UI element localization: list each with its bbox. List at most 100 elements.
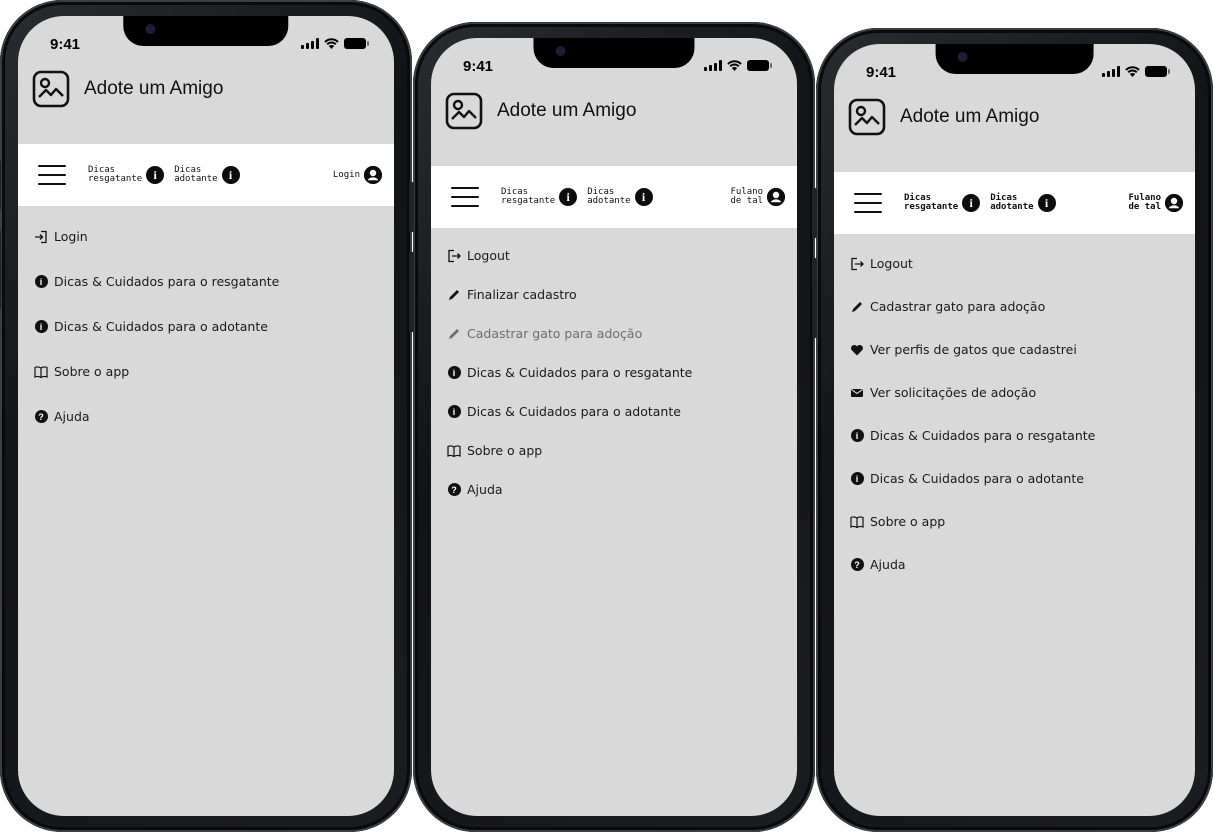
menu-item[interactable]: i Dicas & Cuidados para o resgatante: [34, 259, 386, 304]
menu-item-label: Sobre o app: [467, 443, 543, 458]
wifi-icon: [324, 38, 339, 49]
top-navbar: Dicas resgatante i Dicas adotante i Fula…: [834, 172, 1195, 234]
menu-item[interactable]: Login: [34, 214, 386, 259]
hamburger-menu-icon[interactable]: [451, 187, 479, 207]
info-icon: i: [447, 366, 461, 380]
menu-item-label: Dicas & Cuidados para o resgatante: [54, 274, 280, 289]
signal-icon: [1102, 66, 1120, 77]
nav-user-profile[interactable]: Fulano de tal: [730, 188, 785, 206]
user-icon: [364, 166, 382, 184]
status-bar: 9:41: [431, 58, 797, 80]
hamburger-menu-icon[interactable]: [854, 193, 882, 213]
nav-login[interactable]: Login: [333, 166, 382, 184]
book-icon: [850, 515, 864, 529]
menu-item-label: Cadastrar gato para adoção: [467, 326, 643, 341]
image-logo-icon: [848, 98, 886, 136]
status-bar: 9:41: [834, 64, 1195, 86]
phone-frame-guest: 9:41 Adote um Amigo Dicas resgatante i D…: [0, 0, 412, 832]
menu-item[interactable]: Sobre o app: [34, 349, 386, 394]
nav-tips-adopter-label: Dicas adotante: [587, 187, 631, 206]
camera-icon: [555, 46, 566, 56]
hamburger-menu-icon[interactable]: [38, 165, 66, 185]
image-logo-icon: [445, 92, 483, 130]
screen-guest: 9:41 Adote um Amigo Dicas resgatante i D…: [18, 16, 394, 816]
envelope-icon: [850, 386, 864, 400]
menu-item[interactable]: ? Ajuda: [34, 394, 386, 439]
pencil-icon: [447, 327, 461, 341]
status-bar: 9:41: [18, 36, 394, 58]
app-title: Adote um Amigo: [497, 100, 637, 121]
menu-item-label: Dicas & Cuidados para o adotante: [467, 404, 681, 419]
nav-tips-adopter[interactable]: Dicas adotante i: [587, 187, 653, 206]
menu-item-label: Login: [54, 229, 88, 244]
nav-login-label: Login: [332, 169, 360, 180]
pencil-icon: [447, 288, 461, 302]
status-time: 9:41: [50, 36, 81, 53]
info-icon: i: [221, 166, 240, 184]
user-icon: [1165, 194, 1183, 212]
menu-item-label: Sobre o app: [870, 514, 946, 529]
menu-item[interactable]: Logout: [850, 242, 1187, 285]
help-icon: ?: [34, 410, 48, 424]
menu-item[interactable]: Sobre o app: [850, 500, 1187, 543]
side-menu: Logout Cadastrar gato para adoção Ver perf…: [850, 242, 1187, 586]
menu-item[interactable]: Ver perfis de gatos que cadastrei: [850, 328, 1187, 371]
menu-item[interactable]: i Dicas & Cuidados para o resgatante: [850, 414, 1187, 457]
status-time: 9:41: [866, 64, 897, 81]
app-header: Adote um Amigo: [32, 70, 223, 108]
menu-item-label: Dicas & Cuidados para o adotante: [870, 471, 1084, 486]
menu-item[interactable]: Ver solicitações de adoção: [850, 371, 1187, 414]
menu-item-label: Dicas & Cuidados para o adotante: [54, 319, 268, 334]
nav-tips-adopter-label: Dicas adotante: [174, 165, 218, 184]
top-navbar: Dicas resgatante i Dicas adotante i Fula…: [431, 166, 797, 228]
menu-item[interactable]: i Dicas & Cuidados para o adotante: [850, 457, 1187, 500]
top-navbar: Dicas resgatante i Dicas adotante i Logi…: [18, 144, 394, 206]
menu-item-label: Dicas & Cuidados para o resgatante: [870, 428, 1096, 443]
phone-frame-pending: 9:41 Adote um Amigo Dicas resgatante i D…: [409, 22, 815, 832]
nav-tips-adopter[interactable]: Dicas adotante i: [990, 194, 1056, 212]
info-icon: i: [1037, 194, 1056, 212]
menu-item-label: Ajuda: [467, 482, 503, 497]
nav-user-name: Fulano de tal: [1128, 193, 1161, 212]
menu-item-label: Finalizar cadastro: [467, 287, 577, 302]
menu-item[interactable]: Logout: [447, 236, 789, 275]
nav-user-name: Fulano de tal: [730, 187, 763, 206]
side-menu: Login i Dicas & Cuidados para o resgatante…: [34, 214, 386, 439]
info-icon: i: [850, 472, 864, 486]
info-icon: i: [146, 166, 165, 184]
heart-icon: [850, 343, 864, 357]
status-time: 9:41: [463, 58, 494, 75]
app-title: Adote um Amigo: [84, 78, 224, 99]
nav-tips-rescuer-label: Dicas resgatante: [904, 193, 959, 212]
app-title: Adote um Amigo: [900, 106, 1040, 127]
menu-item[interactable]: ? Ajuda: [850, 543, 1187, 586]
nav-tips-rescuer[interactable]: Dicas resgatante i: [88, 166, 165, 184]
wifi-icon: [727, 60, 742, 71]
battery-icon: [747, 60, 772, 71]
camera-icon: [957, 52, 968, 62]
menu-item[interactable]: i Dicas & Cuidados para o adotante: [447, 392, 789, 431]
screen-pending: 9:41 Adote um Amigo Dicas resgatante i D…: [431, 38, 797, 816]
help-icon: ?: [447, 483, 461, 497]
menu-item-label: Logout: [467, 248, 510, 263]
info-icon: i: [962, 194, 981, 212]
nav-tips-adopter[interactable]: Dicas adotante i: [174, 165, 240, 184]
nav-tips-rescuer-label: Dicas resgatante: [501, 187, 556, 206]
user-icon: [767, 188, 785, 206]
signal-icon: [704, 60, 722, 71]
screen-registered: 9:41 Adote um Amigo Dicas resgatante i D…: [834, 44, 1195, 816]
nav-tips-rescuer[interactable]: Dicas resgatante i: [904, 193, 981, 212]
menu-item[interactable]: i Dicas & Cuidados para o adotante: [34, 304, 386, 349]
menu-item[interactable]: Sobre o app: [447, 431, 789, 470]
menu-item-label: Ajuda: [870, 557, 906, 572]
menu-item[interactable]: Cadastrar gato para adoção: [850, 285, 1187, 328]
menu-item[interactable]: i Dicas & Cuidados para o resgatante: [447, 353, 789, 392]
menu-item: Cadastrar gato para adoção: [447, 314, 789, 353]
menu-item[interactable]: Finalizar cadastro: [447, 275, 789, 314]
app-header: Adote um Amigo: [445, 92, 636, 130]
camera-icon: [145, 24, 156, 34]
logout-icon: [447, 249, 461, 263]
menu-item[interactable]: ? Ajuda: [447, 470, 789, 509]
nav-tips-rescuer[interactable]: Dicas resgatante i: [501, 187, 578, 206]
nav-user-profile[interactable]: Fulano de tal: [1128, 194, 1183, 212]
